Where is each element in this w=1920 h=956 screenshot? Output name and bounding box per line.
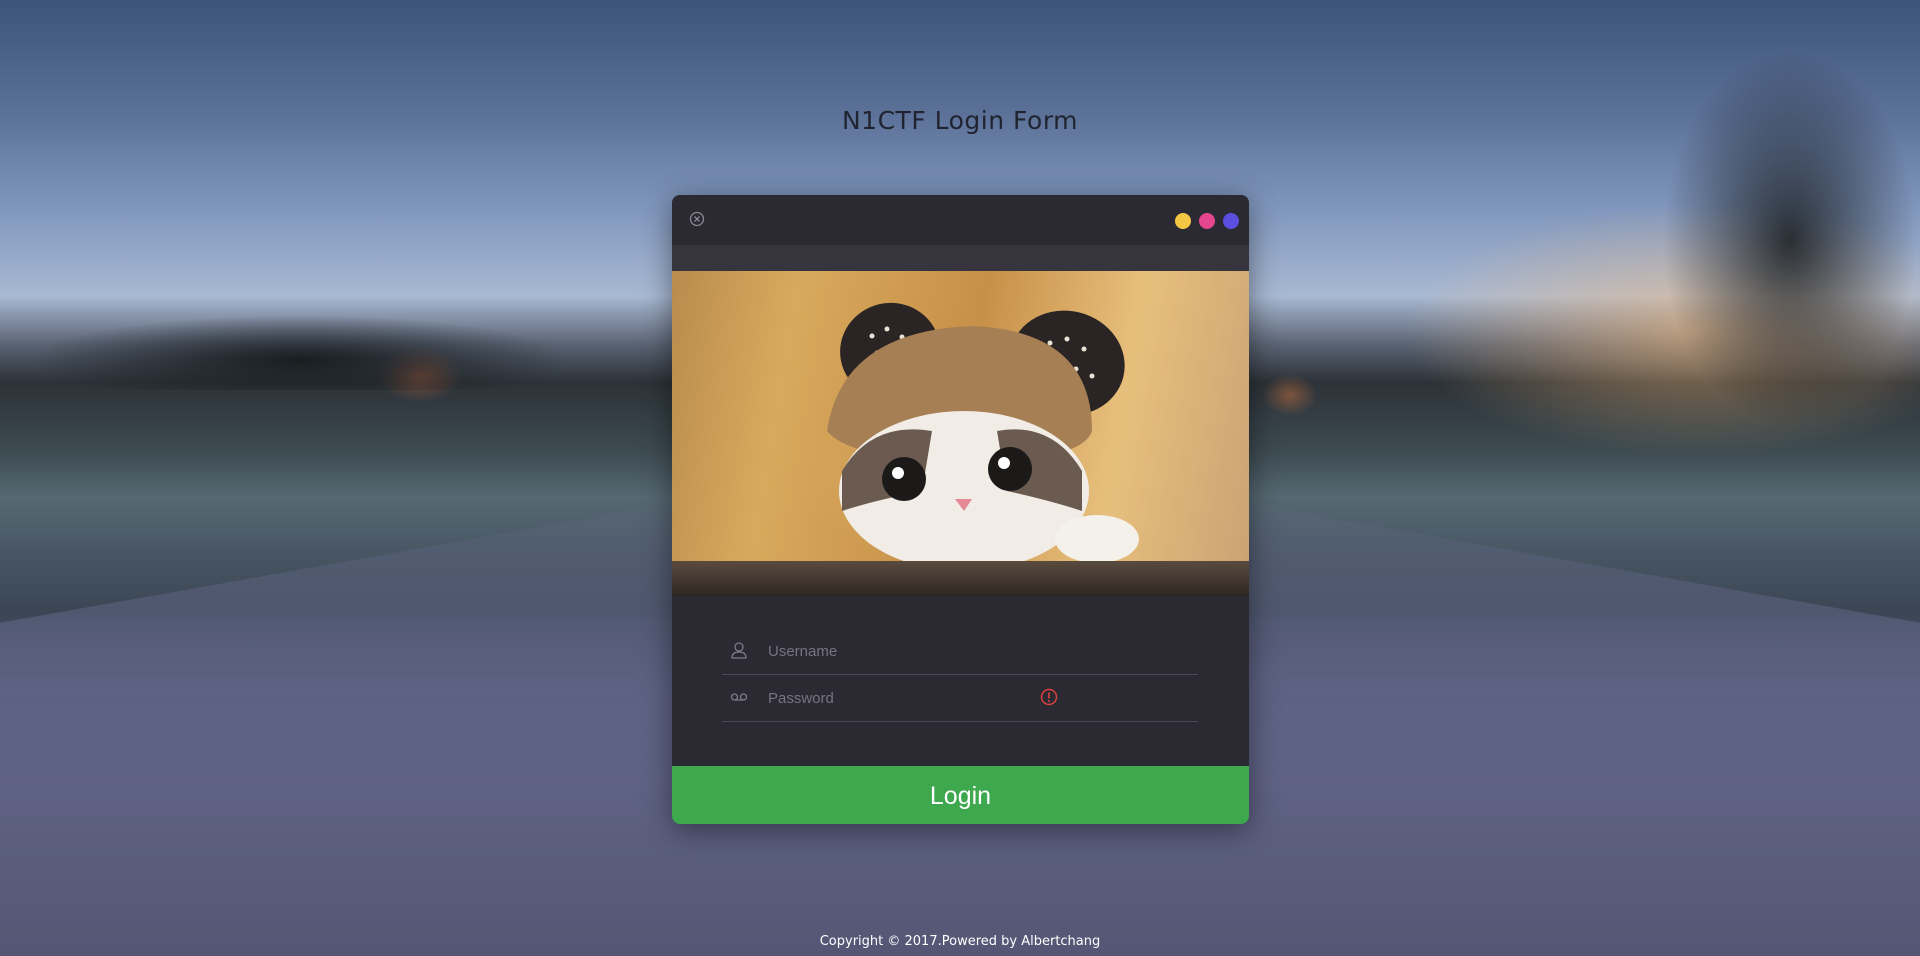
login-card: Login (672, 195, 1249, 824)
password-input[interactable] (766, 674, 1170, 722)
exclamation-circle-icon (1040, 688, 1058, 706)
close-icon[interactable] (689, 211, 705, 227)
pink-dot[interactable] (1199, 213, 1215, 229)
voicemail-icon (730, 693, 748, 701)
background-trees-right (1620, 40, 1920, 460)
header-strip (672, 245, 1249, 271)
username-row (722, 627, 1198, 675)
footer-copyright: Copyright © 2017.Powered by Albertchang (819, 934, 1101, 949)
login-button[interactable]: Login (672, 766, 1249, 824)
page-title: N1CTF Login Form (841, 106, 1079, 135)
background-trees-left (0, 300, 700, 390)
yellow-dot[interactable] (1175, 213, 1191, 229)
username-input[interactable] (766, 627, 1170, 675)
password-row (722, 674, 1198, 722)
table-edge (672, 561, 1249, 596)
purple-dot[interactable] (1223, 213, 1239, 229)
kitten-illustration (827, 302, 1139, 571)
user-icon (731, 642, 747, 659)
kitten-photo (672, 271, 1249, 596)
card-header (672, 195, 1249, 245)
login-form (672, 596, 1249, 766)
